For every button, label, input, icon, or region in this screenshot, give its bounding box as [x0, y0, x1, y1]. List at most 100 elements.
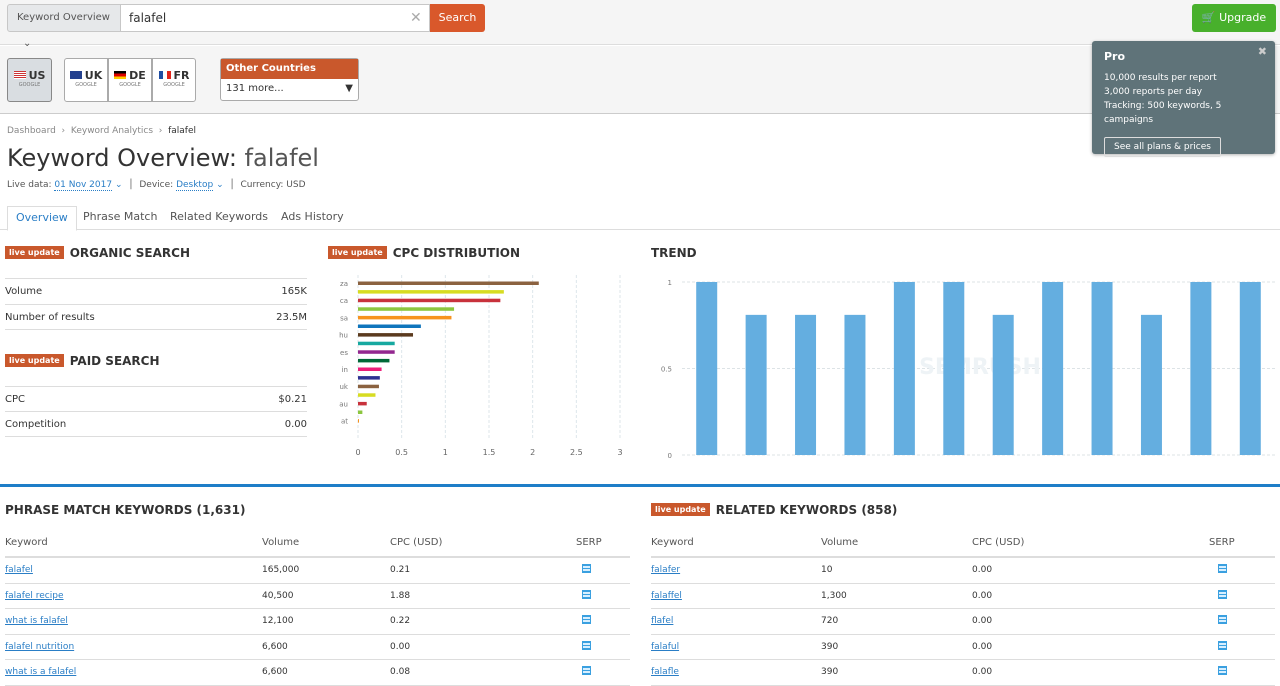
tab-related-keywords[interactable]: Related Keywords	[162, 206, 276, 231]
trend-bar	[1042, 282, 1064, 455]
serp-icon[interactable]	[1218, 609, 1227, 634]
y-tick-label: 1	[668, 279, 672, 287]
y-tick-label: at	[341, 418, 348, 426]
serp-icon[interactable]	[582, 609, 591, 634]
table-header: Keyword Volume CPC (USD) SERP	[5, 530, 630, 558]
cpc-cell: 0.00	[972, 565, 993, 575]
cpc-bar	[358, 281, 539, 285]
serp-icon[interactable]	[582, 660, 591, 685]
serp-icon[interactable]	[1218, 584, 1227, 609]
section-divider	[0, 484, 1280, 487]
cpc-cell: 0.08	[390, 667, 411, 677]
y-tick-label: za	[340, 280, 348, 288]
cpc-bar	[358, 358, 390, 363]
x-tick-label: 0	[355, 448, 360, 457]
serp-icon[interactable]	[582, 558, 591, 583]
organic-row: Volume 165K	[5, 278, 307, 304]
breadcrumb-keyword-analytics[interactable]: Keyword Analytics	[71, 126, 153, 136]
trend-bar	[992, 314, 1014, 455]
see-plans-button[interactable]: See all plans & prices	[1104, 137, 1221, 157]
breadcrumb-dashboard[interactable]: Dashboard	[7, 126, 56, 136]
trend-bar	[1239, 282, 1261, 455]
clear-icon[interactable]: ✕	[410, 4, 422, 32]
database-select-label: Keyword Overview	[17, 12, 110, 23]
uk-flag-icon	[69, 71, 82, 79]
other-countries-title: Other Countries	[221, 59, 358, 79]
cpc-bar	[358, 393, 376, 397]
cpc-bar	[358, 410, 363, 414]
keyword-link[interactable]: falafer	[651, 565, 680, 575]
country-uk[interactable]: UK GOOGLE	[64, 58, 108, 102]
cpc-bar	[358, 419, 359, 423]
us-flag-icon	[13, 71, 26, 79]
trend-bar	[893, 282, 915, 455]
cart-icon: 🛒	[1201, 11, 1216, 24]
paid-row: CPC $0.21	[5, 386, 307, 412]
pro-plan-popup: ✖ Pro 10,000 results per report 3,000 re…	[1092, 41, 1275, 157]
y-tick-label: hu	[339, 332, 348, 340]
date-select[interactable]: 01 Nov 2017	[54, 180, 113, 191]
volume-cell: 1,300	[821, 590, 847, 601]
serp-icon[interactable]	[1218, 635, 1227, 660]
keyword-link[interactable]: falaffel	[651, 591, 682, 601]
country-de[interactable]: DE GOOGLE	[108, 58, 152, 102]
breadcrumb-current: falafel	[168, 126, 196, 136]
upgrade-button[interactable]: 🛒 Upgrade	[1192, 4, 1276, 32]
trend-chart: 0 0.5 1 SEMRUSH	[661, 279, 1275, 460]
tab-overview[interactable]: Overview	[7, 206, 77, 231]
keyword-cell: falafel nutrition	[5, 635, 74, 660]
keyword-link[interactable]: falafel	[5, 565, 33, 575]
x-tick-label: 1	[443, 448, 448, 457]
table-row: what is a falafel 6,600 0.08	[5, 660, 630, 686]
tab-phrase-match[interactable]: Phrase Match	[75, 206, 165, 231]
search-button[interactable]: Search	[430, 4, 485, 32]
keyword-link[interactable]: falafel nutrition	[5, 642, 74, 652]
cpc-bar	[358, 401, 367, 406]
phrase-match-heading: PHRASE MATCH KEYWORDS (1,631)	[5, 503, 246, 517]
table-row: falaful 390 0.00	[651, 635, 1275, 660]
popup-line: Tracking: 500 keywords, 5 campaigns	[1104, 101, 1222, 125]
keyword-cell: falafer	[651, 558, 680, 583]
upgrade-label: Upgrade	[1219, 11, 1267, 24]
volume-cell: 165,000	[262, 565, 300, 575]
table-header: Keyword Volume CPC (USD) SERP	[651, 530, 1275, 558]
serp-icon[interactable]	[582, 635, 591, 660]
serp-icon[interactable]	[1218, 558, 1227, 583]
other-countries-value: 131 more...	[226, 83, 284, 94]
semrush-watermark: SEMRUSH	[919, 355, 1041, 380]
column-header: SERP	[1209, 537, 1235, 548]
cpc-bar	[358, 298, 501, 303]
cpc-cell: 0.00	[972, 616, 993, 626]
popup-line: 10,000 results per report	[1104, 73, 1217, 83]
database-select[interactable]: Keyword Overview ⌄	[7, 4, 121, 49]
search-input[interactable]: falafel	[121, 4, 430, 32]
related-keywords-heading: live update RELATED KEYWORDS (858)	[651, 503, 897, 517]
other-countries-select[interactable]: Other Countries 131 more... ▼	[220, 58, 359, 101]
cpc-bar	[358, 384, 379, 389]
keyword-link[interactable]: what is falafel	[5, 616, 68, 626]
trend-bar	[1140, 314, 1162, 455]
keyword-link[interactable]: falafle	[651, 667, 679, 677]
column-header: CPC (USD)	[972, 537, 1025, 548]
volume-cell: 720	[821, 616, 839, 626]
currency: Currency: USD	[240, 180, 306, 190]
device-select[interactable]: Desktop	[176, 180, 214, 191]
close-icon[interactable]: ✖	[1258, 45, 1267, 58]
country-fr[interactable]: FR GOOGLE	[152, 58, 196, 102]
keyword-link[interactable]: falafel recipe	[5, 591, 64, 601]
keyword-link[interactable]: flafel	[651, 616, 673, 626]
country-us[interactable]: US GOOGLE	[7, 58, 52, 102]
trend-bar	[745, 314, 767, 455]
y-tick-label: uk	[340, 383, 349, 391]
paid-row: Competition 0.00	[5, 411, 307, 437]
tab-ads-history[interactable]: Ads History	[273, 206, 352, 231]
y-tick-label: ca	[340, 297, 348, 305]
table-row: flafel 720 0.00	[651, 609, 1275, 635]
keyword-link[interactable]: falaful	[651, 642, 679, 652]
serp-icon[interactable]	[1218, 660, 1227, 685]
keyword-cell: falafel	[5, 558, 33, 583]
x-tick-label: 0.5	[395, 448, 408, 457]
keyword-link[interactable]: what is a falafel	[5, 667, 76, 677]
serp-icon[interactable]	[582, 584, 591, 609]
live-update-badge: live update	[328, 246, 387, 259]
